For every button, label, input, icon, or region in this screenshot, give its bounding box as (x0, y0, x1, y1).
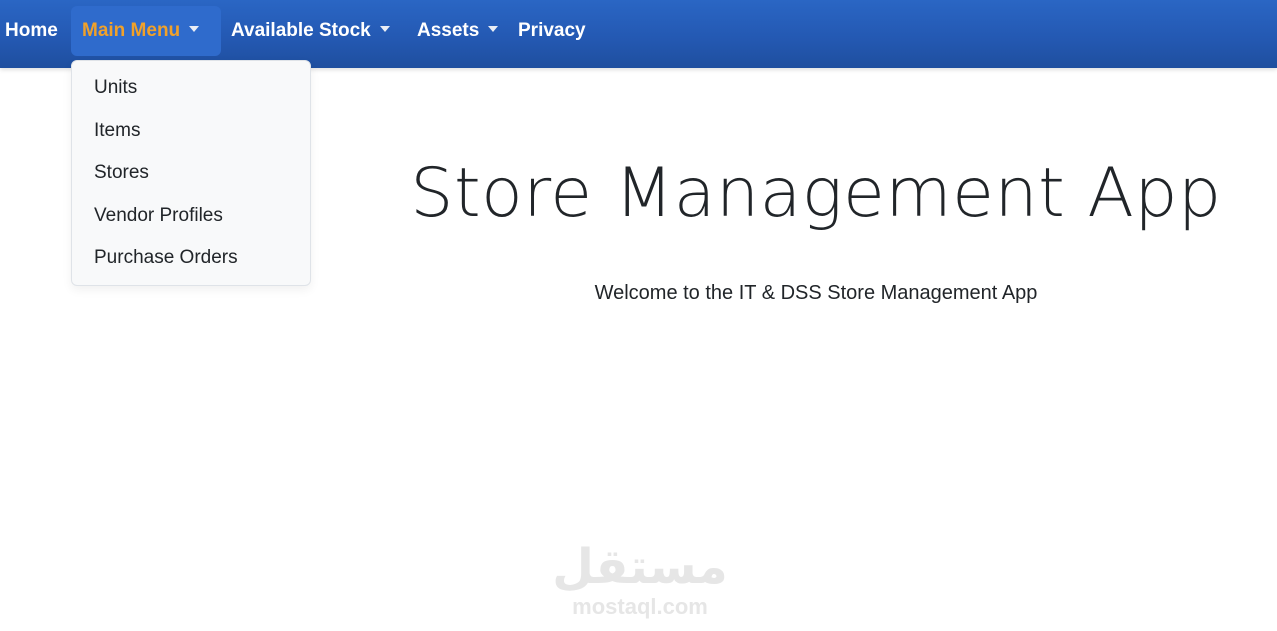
nav-main-menu-label: Main Menu (82, 20, 181, 41)
page-title: Store Management App (410, 154, 1222, 233)
welcome-text: Welcome to the IT & DSS Store Management… (594, 282, 1038, 304)
nav-available-stock-dropdown[interactable]: Available Stock (231, 6, 401, 56)
dropdown-item-items[interactable]: Items (73, 111, 309, 151)
hero-section: Store Management App Welcome to the IT &… (400, 150, 1232, 305)
caret-down-icon (488, 26, 499, 32)
nav-privacy[interactable]: Privacy (518, 6, 598, 56)
main-menu-dropdown-panel: Units Items Stores Vendor Profiles Purch… (71, 60, 311, 286)
watermark-logo: مستقل (552, 541, 728, 594)
caret-down-icon (189, 26, 200, 32)
watermark: مستقل mostaql.com (540, 540, 740, 618)
caret-down-icon (379, 26, 390, 32)
nav-main-menu-dropdown[interactable]: Main Menu (71, 6, 221, 56)
dropdown-item-vendor-profiles[interactable]: Vendor Profiles (73, 196, 309, 236)
dropdown-item-purchase-orders[interactable]: Purchase Orders (73, 238, 309, 278)
top-navbar: Home Main Menu Available Stock Assets Pr… (0, 0, 1277, 68)
dropdown-item-stores[interactable]: Stores (73, 153, 309, 193)
dropdown-item-units[interactable]: Units (73, 68, 309, 108)
watermark-text: mostaql.com (572, 594, 708, 619)
nav-available-stock-label: Available Stock (231, 20, 371, 41)
nav-privacy-label: Privacy (518, 20, 586, 41)
nav-home-label: Home (5, 20, 58, 41)
nav-home[interactable]: Home (5, 6, 67, 56)
nav-assets-label: Assets (417, 20, 480, 41)
nav-assets-dropdown[interactable]: Assets (417, 6, 505, 56)
